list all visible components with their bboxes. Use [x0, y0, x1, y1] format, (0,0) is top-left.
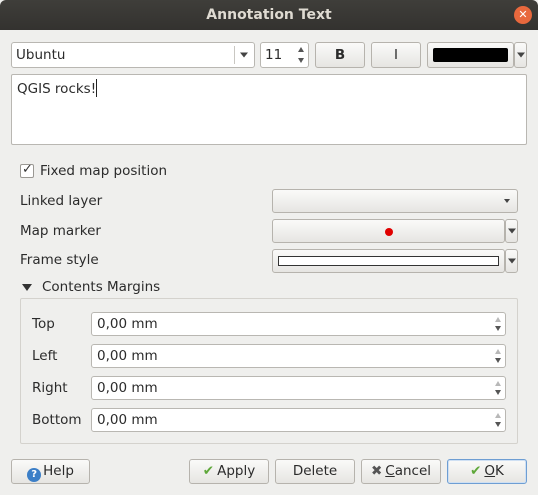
margin-right-value: 0,00 mm [97, 380, 158, 396]
title-bar: Annotation Text ✕ [0, 0, 538, 30]
margin-left-label: Left [32, 348, 58, 364]
contents-margins-group: Top 0,00 mm Left 0,00 mm Right 0,00 mm B… [20, 298, 518, 444]
contents-margins-title[interactable]: Contents Margins [42, 279, 160, 295]
margin-bottom-label: Bottom [32, 412, 82, 428]
bold-label: B [334, 47, 346, 63]
delete-label: Delete [292, 463, 338, 479]
frame-style-label: Frame style [20, 252, 99, 268]
chevron-down-icon [504, 199, 510, 203]
cancel-label: ancel [394, 463, 432, 479]
margin-bottom-spinbox[interactable]: 0,00 mm [91, 408, 506, 432]
apply-check-icon: ✔ [202, 463, 215, 479]
fixed-map-position-label: Fixed map position [40, 163, 168, 179]
text-cursor [96, 79, 97, 97]
italic-label: I [394, 47, 398, 63]
spin-down-icon[interactable] [495, 326, 501, 331]
ok-mnemonic: O [484, 463, 496, 479]
map-marker-button[interactable] [272, 219, 505, 243]
frame-style-button[interactable] [272, 249, 505, 273]
cancel-mnemonic: C [385, 463, 395, 479]
text-color-button[interactable] [427, 42, 514, 68]
spin-up-icon[interactable] [495, 349, 501, 354]
help-button[interactable]: ? Help [11, 459, 90, 484]
ok-check-icon: ✔ [470, 463, 482, 479]
collapse-triangle-icon[interactable] [22, 284, 32, 291]
bold-button[interactable]: B [315, 42, 365, 68]
frame-style-menu-button[interactable] [505, 249, 518, 273]
map-marker-menu-button[interactable] [505, 219, 518, 243]
ok-label: K [495, 463, 504, 479]
check-icon: ✓ [22, 162, 33, 177]
color-swatch [433, 48, 508, 62]
linked-layer-label: Linked layer [20, 193, 103, 209]
italic-button[interactable]: I [371, 42, 421, 68]
margin-bottom-value: 0,00 mm [97, 412, 158, 428]
font-family-combo[interactable]: Ubuntu [11, 42, 255, 68]
text-color-menu-button[interactable] [514, 42, 527, 68]
window-title: Annotation Text [206, 7, 332, 23]
spin-up-icon[interactable] [298, 47, 304, 52]
margin-top-label: Top [32, 316, 55, 332]
chevron-down-icon [508, 258, 516, 264]
spin-down-icon[interactable] [495, 390, 501, 395]
chevron-down-icon [240, 52, 248, 58]
apply-label: Apply [217, 463, 256, 479]
linked-layer-combo[interactable] [272, 189, 518, 213]
fixed-map-position-checkbox[interactable]: ✓ [20, 162, 34, 178]
cancel-x-icon: ✖ [370, 463, 383, 479]
close-icon: ✕ [518, 8, 528, 21]
help-label: Help [43, 463, 74, 479]
spin-down-icon[interactable] [495, 358, 501, 363]
delete-button[interactable]: Delete [275, 459, 355, 484]
frame-style-preview [278, 256, 499, 266]
spin-down-icon[interactable] [495, 422, 501, 427]
cancel-button[interactable]: ✖ Cancel [361, 459, 441, 484]
apply-button[interactable]: ✔ Apply [189, 459, 269, 484]
margin-left-value: 0,00 mm [97, 348, 158, 364]
annotation-text: QGIS rocks! [17, 81, 97, 97]
chevron-down-icon [508, 228, 516, 234]
ok-button[interactable]: ✔ OK [447, 459, 527, 484]
spin-up-icon[interactable] [495, 413, 501, 418]
help-icon: ? [27, 468, 42, 482]
spin-up-icon[interactable] [495, 381, 501, 386]
font-size-spinbox[interactable]: 11 [260, 42, 309, 68]
annotation-text-editor[interactable]: QGIS rocks! [11, 74, 527, 145]
font-family-value: Ubuntu [16, 47, 66, 63]
margin-top-spinbox[interactable]: 0,00 mm [91, 312, 506, 336]
spin-up-icon[interactable] [495, 317, 501, 322]
close-button[interactable]: ✕ [514, 6, 532, 24]
margin-right-label: Right [32, 380, 68, 396]
spin-down-icon[interactable] [298, 58, 304, 63]
margin-top-value: 0,00 mm [97, 316, 158, 332]
font-size-value: 11 [265, 47, 283, 63]
margin-right-spinbox[interactable]: 0,00 mm [91, 376, 506, 400]
chevron-down-icon [517, 52, 525, 58]
map-marker-label: Map marker [20, 223, 101, 239]
marker-dot-icon [385, 228, 393, 236]
margin-left-spinbox[interactable]: 0,00 mm [91, 344, 506, 368]
